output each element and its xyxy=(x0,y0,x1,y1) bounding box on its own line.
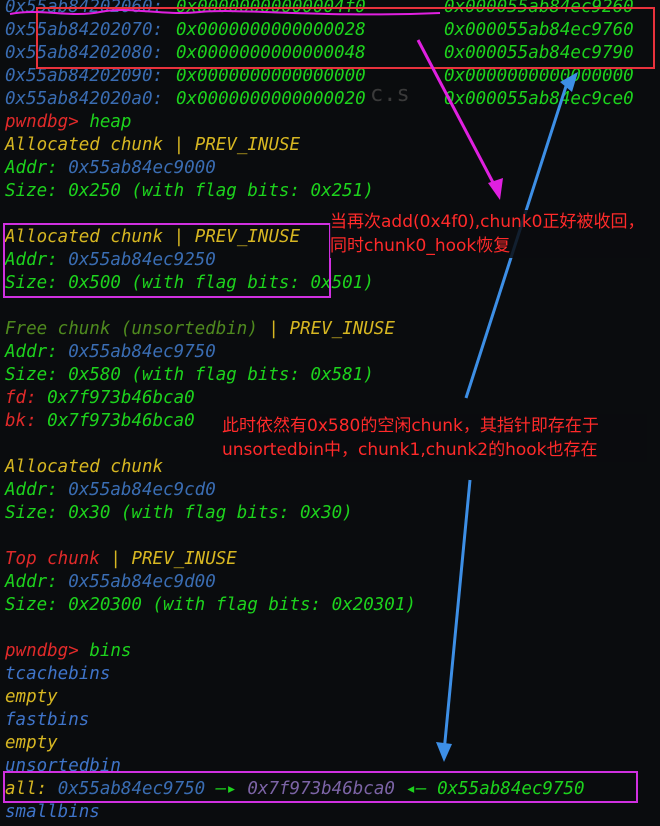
annotation-unsortedbin-note: 此时依然有0x580的空闲chunk，其指针即存在于unsortedbin中，c… xyxy=(222,414,647,462)
squiggle-underline xyxy=(9,9,441,16)
magenta-arrow xyxy=(416,39,500,193)
blue-arrow-down xyxy=(442,479,472,753)
blue-arrow-up-head xyxy=(560,72,578,92)
annotation-chunk0-recovered: 当再次add(0x4f0),chunk0正好被收回，同时chunk0_hook恢… xyxy=(330,210,650,258)
blue-arrow-down-head xyxy=(436,742,452,762)
annotation-arrows xyxy=(9,9,578,762)
magenta-arrow-head xyxy=(488,178,503,200)
